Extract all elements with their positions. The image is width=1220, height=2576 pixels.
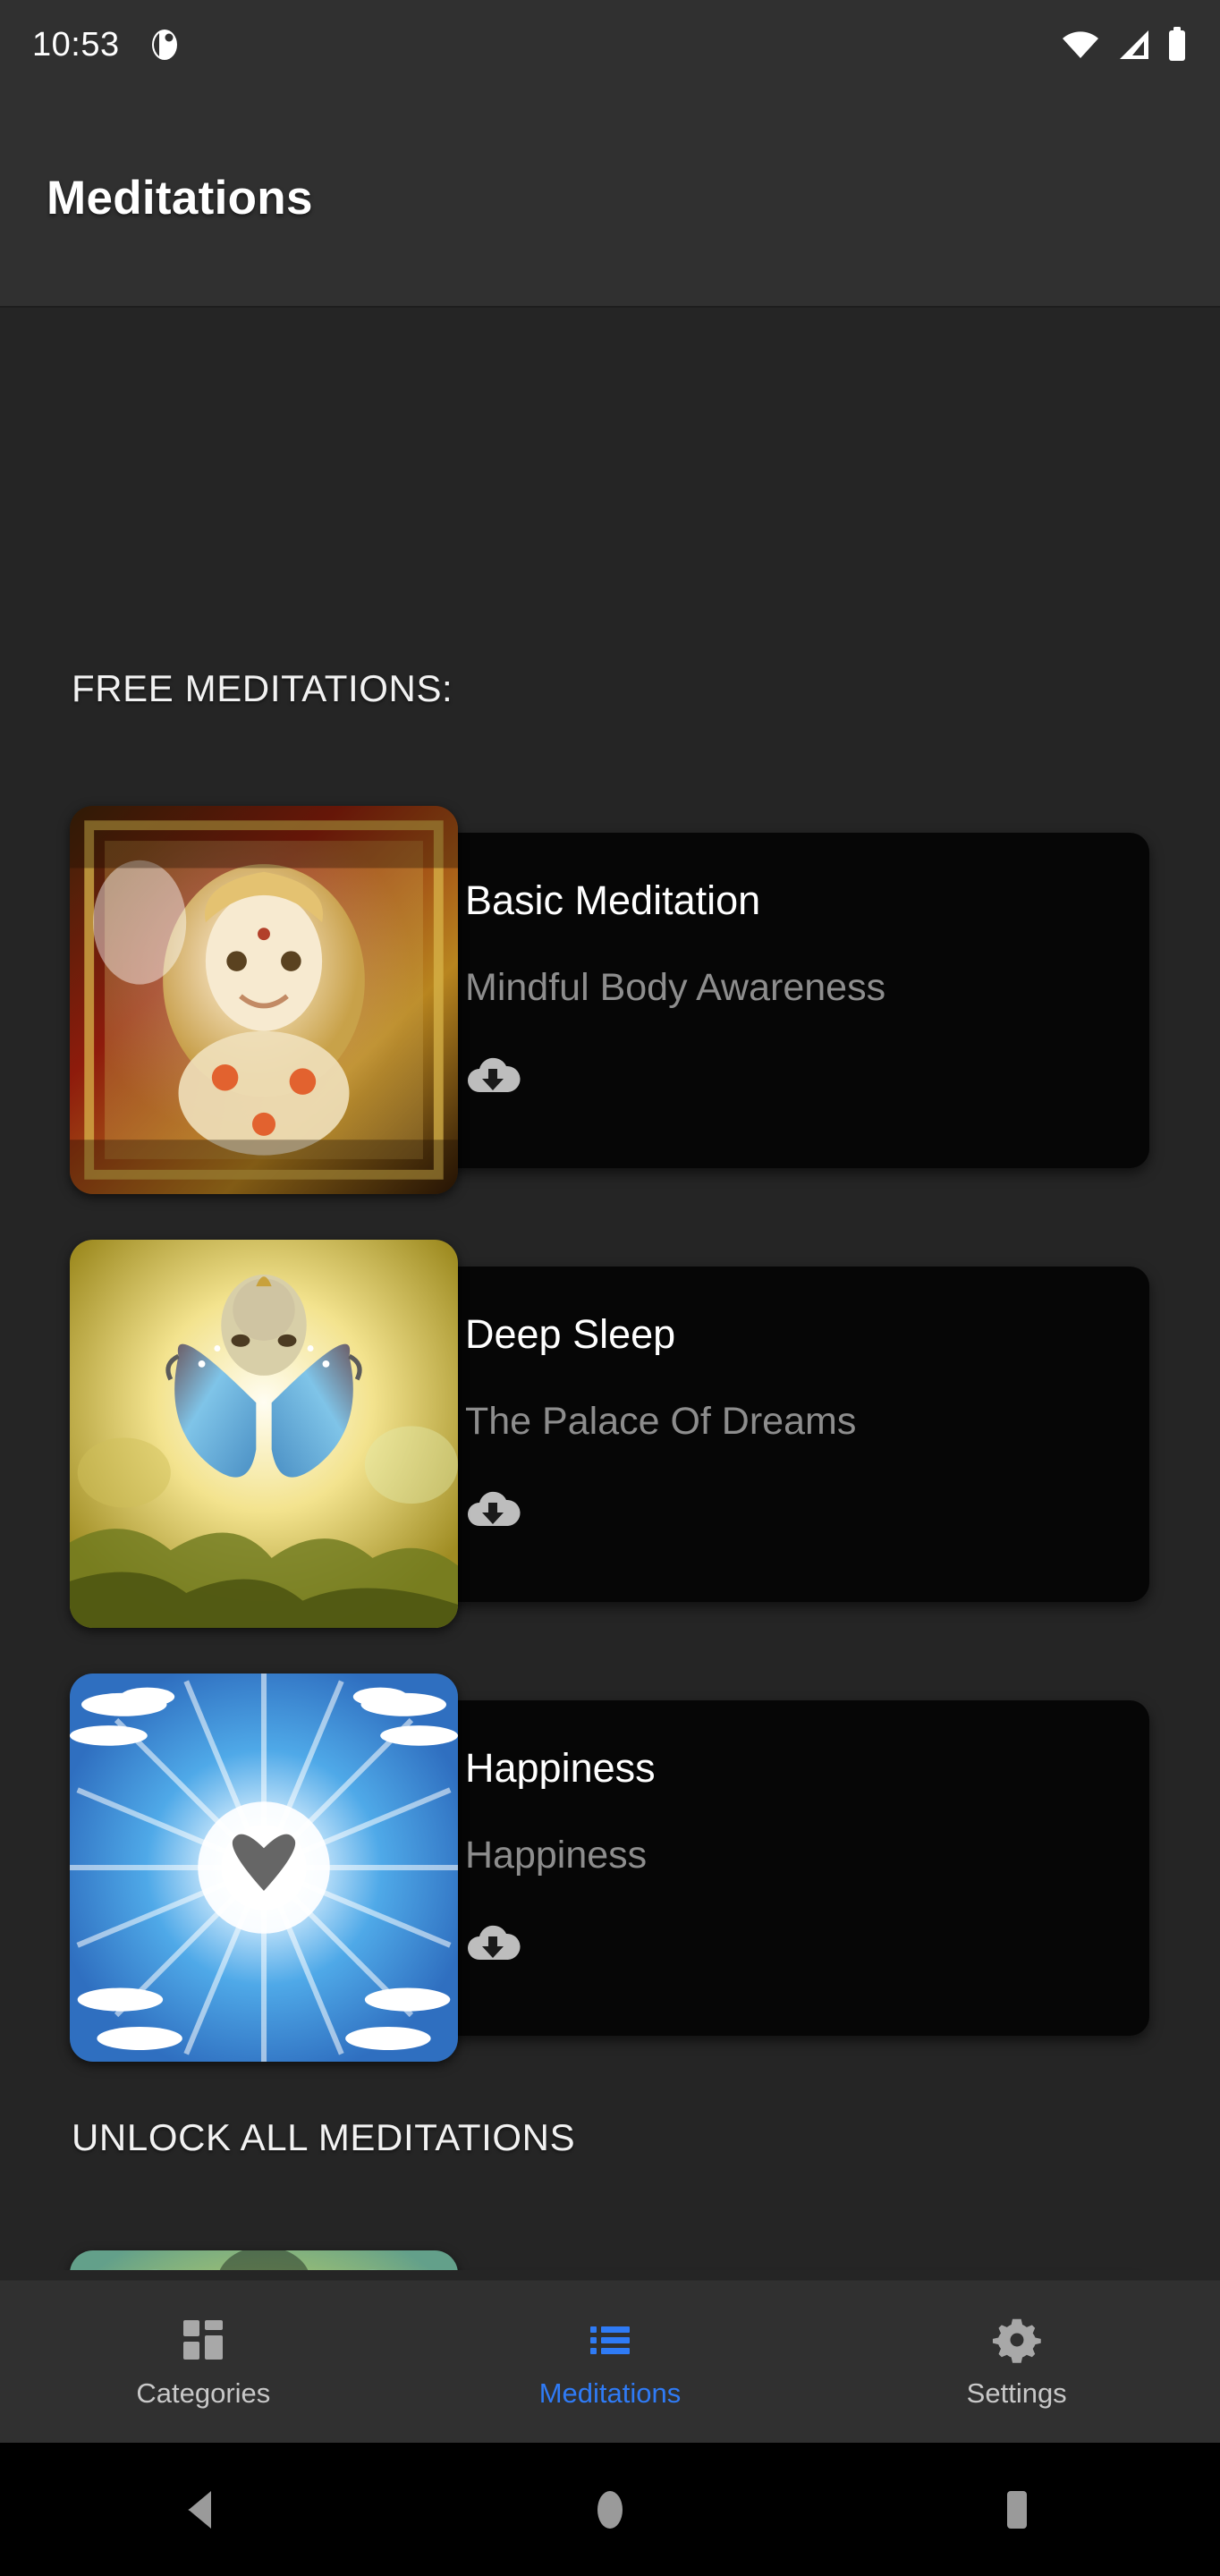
nav-label-meditations: Meditations xyxy=(538,2377,682,2409)
meditation-thumbnail[interactable] xyxy=(70,1240,458,1628)
page-title: Meditations xyxy=(47,171,313,225)
home-circle-icon xyxy=(597,2490,623,2529)
app-notification-icon xyxy=(151,30,177,60)
recents-square-icon xyxy=(1006,2490,1027,2529)
nav-label-settings: Settings xyxy=(966,2377,1067,2409)
meditation-subtitle: Happiness xyxy=(465,1834,648,1877)
yellow-green-floral-deity-image xyxy=(70,2250,458,2270)
status-bar: 10:53 xyxy=(0,0,1220,89)
meditation-card-body: Happiness Happiness xyxy=(465,1747,1117,2018)
wifi-icon xyxy=(1063,31,1098,58)
meditation-action[interactable] xyxy=(465,1487,1117,1530)
meditations-list[interactable]: FREE MEDITATIONS: Basic Meditation Mindf… xyxy=(0,309,1220,2270)
cloud-download-icon[interactable] xyxy=(465,1053,521,1096)
battery-full-icon xyxy=(1169,27,1185,61)
section-header-free: FREE MEDITATIONS: xyxy=(72,667,453,709)
dashboard-grid-icon xyxy=(183,2319,224,2360)
status-right-icons xyxy=(1061,27,1188,63)
meditation-subtitle: Mindful Body Awareness xyxy=(465,966,886,1010)
back-triangle-icon xyxy=(188,2490,212,2529)
nav-tab-settings[interactable]: Settings xyxy=(813,2315,1220,2410)
meditation-title: Deep Sleep xyxy=(465,1313,676,1356)
bottom-navigation[interactable]: Categories Meditations Settings xyxy=(0,2280,1220,2443)
blue-sky-sunburst-heart-image xyxy=(70,1674,458,2062)
butterflies-golden-deity-image xyxy=(70,1240,458,1628)
meditation-thumbnail[interactable] xyxy=(70,1674,458,2062)
app-screen: 10:53 Meditations FREE MEDITATIONS: Basi… xyxy=(0,0,1220,2576)
section-header-unlock: UNLOCK ALL MEDITATIONS xyxy=(72,2116,576,2158)
system-navigation-bar[interactable] xyxy=(0,2443,1220,2576)
cellular-signal-icon xyxy=(1120,30,1148,59)
meditation-card-body: Basic Meditation Mindful Body Awareness xyxy=(465,879,1117,1150)
system-back-button[interactable] xyxy=(0,2488,407,2531)
nav-label-categories: Categories xyxy=(136,2377,271,2409)
meditation-thumbnail[interactable] xyxy=(70,2250,458,2270)
system-home-button[interactable] xyxy=(407,2488,814,2531)
nav-tab-categories[interactable]: Categories xyxy=(0,2315,407,2410)
meditation-action[interactable] xyxy=(465,1920,1117,1963)
meditation-thumbnail[interactable] xyxy=(70,806,458,1194)
nav-tab-meditations[interactable]: Meditations xyxy=(407,2315,814,2410)
system-recents-button[interactable] xyxy=(813,2488,1220,2531)
cloud-download-icon[interactable] xyxy=(465,1487,521,1530)
meditation-card-body: Deep Sleep The Palace Of Dreams xyxy=(465,1313,1117,1584)
app-bar: Meditations xyxy=(0,89,1220,308)
meditation-title: Basic Meditation xyxy=(465,879,761,922)
meditation-title: Happiness xyxy=(465,1747,656,1790)
status-notification-icons xyxy=(147,27,182,63)
status-time: 10:53 xyxy=(32,25,120,64)
gear-icon xyxy=(992,2318,1041,2363)
meditation-subtitle: The Palace Of Dreams xyxy=(465,1400,857,1444)
cloud-download-icon[interactable] xyxy=(465,1920,521,1963)
list-icon xyxy=(590,2326,630,2354)
meditation-action[interactable] xyxy=(465,1053,1117,1096)
deity-gold-red-frame-image xyxy=(70,806,458,1194)
